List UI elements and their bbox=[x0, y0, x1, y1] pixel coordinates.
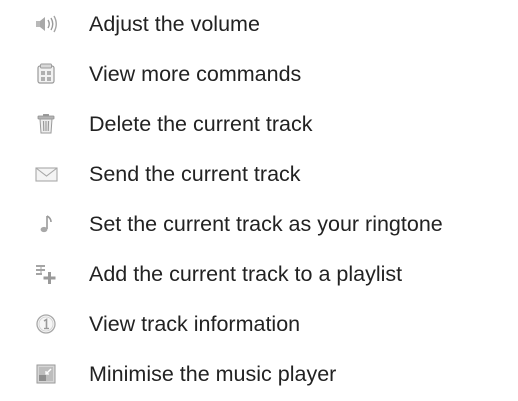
volume-icon bbox=[34, 13, 58, 35]
command-item-add-to-playlist: Add the current track to a playlist bbox=[0, 253, 518, 293]
command-label: Adjust the volume bbox=[89, 12, 260, 36]
info-number-icon bbox=[34, 313, 58, 335]
command-item-minimise-player: Minimise the music player bbox=[0, 353, 518, 393]
command-item-more-commands: View more commands bbox=[0, 53, 518, 93]
command-label: View more commands bbox=[89, 62, 302, 86]
command-label: Minimise the music player bbox=[89, 362, 337, 386]
playlist-add-icon bbox=[34, 263, 58, 285]
more-commands-icon bbox=[34, 63, 58, 85]
command-label: Send the current track bbox=[89, 162, 301, 186]
command-label: Delete the current track bbox=[89, 112, 313, 136]
trash-icon bbox=[34, 113, 58, 135]
command-label: Add the current track to a playlist bbox=[89, 262, 403, 286]
command-list: Adjust the volume View more commands Del… bbox=[0, 0, 518, 401]
command-item-send-track: Send the current track bbox=[0, 153, 518, 193]
command-item-set-ringtone: Set the current track as your ringtone bbox=[0, 203, 518, 243]
command-item-track-info: View track information bbox=[0, 303, 518, 343]
minimise-icon bbox=[34, 363, 58, 385]
command-item-delete-track: Delete the current track bbox=[0, 103, 518, 143]
command-item-adjust-volume: Adjust the volume bbox=[0, 3, 518, 43]
envelope-icon bbox=[34, 163, 58, 185]
music-note-icon bbox=[34, 213, 58, 235]
command-label: View track information bbox=[89, 312, 301, 336]
command-label: Set the current track as your ringtone bbox=[89, 212, 443, 236]
